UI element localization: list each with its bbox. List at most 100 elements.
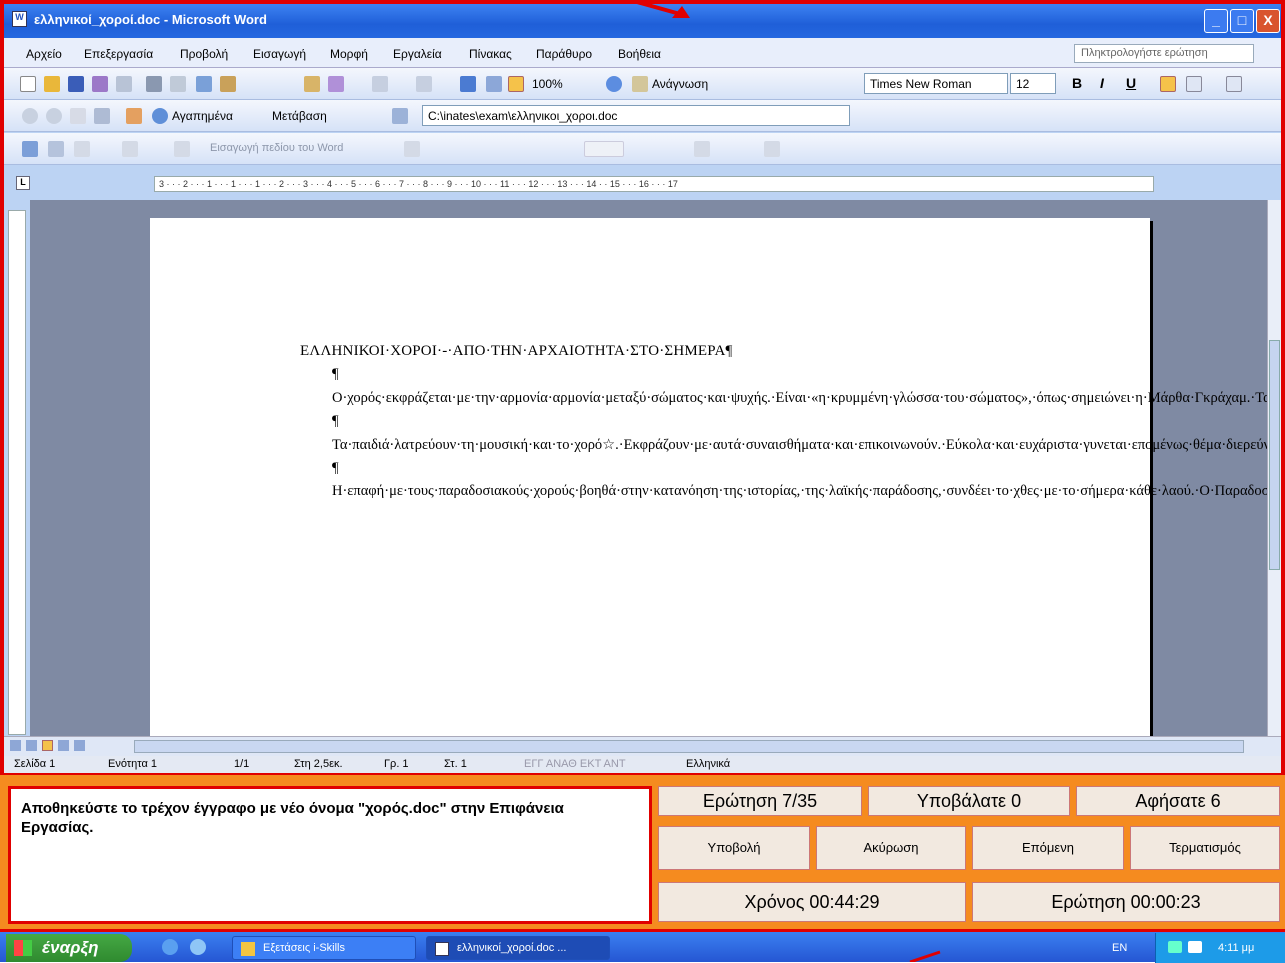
volume-icon[interactable] <box>1188 941 1202 953</box>
word-app-icon <box>435 942 449 956</box>
redo-icon[interactable] <box>416 76 432 92</box>
submit-button[interactable]: Υποβολή <box>658 826 810 870</box>
maximize-button[interactable]: □ <box>1230 9 1254 33</box>
outline-view-icon[interactable] <box>58 740 69 751</box>
clock: 4:11 μμ <box>1218 942 1255 954</box>
menu-view[interactable]: Προβολή <box>180 47 228 61</box>
status-flags: ΕΓΓ ΑΝΑΘ ΕΚΤ ΑΝΤ <box>524 758 626 770</box>
document-area[interactable]: ΕΛΛΗΝΙΚΟΙ·ΧΟΡΟΙ·-·ΑΠΟ·ΤΗΝ·ΑΡΧΑΙΟΤΗΤΑ·ΣΤΟ… <box>30 200 1267 736</box>
zoom-value[interactable]: 100% <box>532 77 563 91</box>
underline-button[interactable]: U <box>1126 75 1136 91</box>
italic-button[interactable]: I <box>1100 75 1104 91</box>
undo-icon[interactable] <box>372 76 388 92</box>
start-label: έναρξη <box>42 938 99 957</box>
menu-window[interactable]: Παράθυρο <box>536 47 592 61</box>
minimize-button[interactable]: _ <box>1204 9 1228 33</box>
cancel-button[interactable]: Ακύρωση <box>816 826 966 870</box>
quicklaunch-browser-icon[interactable] <box>162 939 178 955</box>
taskbar-item-exams[interactable]: Εξετάσεις i-Skills <box>232 936 416 960</box>
reading-view-icon[interactable] <box>74 740 85 751</box>
print-preview-icon[interactable] <box>170 76 186 92</box>
forward-icon[interactable] <box>46 108 62 124</box>
show-formatting-icon[interactable] <box>508 76 524 92</box>
tab-selector[interactable]: L <box>16 176 30 190</box>
address-field[interactable]: C:\inates\exam\ελληνικοι_χοροι.doc <box>422 105 850 126</box>
save-icon[interactable] <box>68 76 84 92</box>
close-button[interactable]: X <box>1256 9 1280 33</box>
home-icon[interactable] <box>126 108 142 124</box>
view-merged-data-icon[interactable] <box>404 141 420 157</box>
menu-insert[interactable]: Εισαγωγή <box>253 47 306 61</box>
horizontal-ruler[interactable]: L 3 · · · 2 · · · 1 · · · 1 · · · 1 · · … <box>4 166 1281 200</box>
spelling-icon[interactable] <box>196 76 212 92</box>
align-center-icon[interactable] <box>1186 76 1202 92</box>
goto-menu[interactable]: Μετάβαση <box>272 109 327 123</box>
vertical-scroll-thumb[interactable] <box>1269 340 1280 570</box>
standard-toolbar: 100% Ανάγνωση Times New Roman 12 B I U <box>4 68 1281 100</box>
new-document-icon[interactable] <box>20 76 36 92</box>
help-icon[interactable] <box>606 76 622 92</box>
horizontal-scrollbar[interactable] <box>4 736 1281 756</box>
font-size-select[interactable]: 12 <box>1010 73 1056 94</box>
favorites-menu[interactable]: Αγαπημένα <box>172 109 233 123</box>
open-folder-icon[interactable] <box>44 76 60 92</box>
back-icon[interactable] <box>22 108 38 124</box>
read-button[interactable]: Ανάγνωση <box>652 77 708 91</box>
menu-table[interactable]: Πίνακας <box>469 47 512 61</box>
search-web-icon[interactable] <box>152 108 168 124</box>
read-icon[interactable] <box>632 76 648 92</box>
numbering-icon[interactable] <box>1226 76 1242 92</box>
print-layout-icon[interactable] <box>42 740 53 751</box>
format-painter-icon[interactable] <box>328 76 344 92</box>
menu-edit[interactable]: Επεξεργασία <box>84 47 153 61</box>
email-icon[interactable] <box>116 76 132 92</box>
print-icon[interactable] <box>146 76 162 92</box>
menu-tools[interactable]: Εργαλεία <box>393 47 442 61</box>
document-heading: ΕΛΛΗΝΙΚΟΙ·ΧΟΡΟΙ·-·ΑΠΟ·ΤΗΝ·ΑΡΧΑΙΟΤΗΤΑ·ΣΤΟ… <box>300 343 733 359</box>
taskbar-item-exams-label: Εξετάσεις i-Skills <box>263 942 345 954</box>
align-left-icon[interactable] <box>1160 76 1176 92</box>
status-bar: Σελίδα 1 Ενότητα 1 1/1 Στη 2,5εκ. Γρ. 1 … <box>4 756 1281 773</box>
document-body[interactable]: ΕΛΛΗΝΙΚΟΙ·ΧΟΡΟΙ·-·ΑΠΟ·ΤΗΝ·ΑΡΧΑΙΟΤΗΤΑ·ΣΤΟ… <box>300 340 1267 504</box>
tables-icon[interactable] <box>486 76 502 92</box>
menu-file[interactable]: Αρχείο <box>26 47 62 61</box>
empty-paragraph-mark: ¶ <box>332 413 339 430</box>
ask-question-input[interactable]: Πληκτρολογήστε ερώτηση <box>1074 44 1254 63</box>
vertical-ruler[interactable] <box>8 210 26 735</box>
word-document-icon: W <box>12 11 27 27</box>
finish-button[interactable]: Τερματισμός <box>1130 826 1280 870</box>
quicklaunch-ie-icon[interactable] <box>190 939 206 955</box>
main-document-setup-icon[interactable] <box>22 141 38 157</box>
next-button[interactable]: Επόμενη <box>972 826 1124 870</box>
vertical-scrollbar[interactable] <box>1267 200 1281 736</box>
start-button[interactable]: έναρξη <box>6 934 132 962</box>
font-name-select[interactable]: Times New Roman <box>864 73 1008 94</box>
permission-icon[interactable] <box>92 76 108 92</box>
document-page[interactable]: ΕΛΛΗΝΙΚΟΙ·ΧΟΡΟΙ·-·ΑΠΟ·ΤΗΝ·ΑΡΧΑΙΟΤΗΤΑ·ΣΤΟ… <box>150 218 1267 736</box>
research-icon[interactable] <box>220 76 236 92</box>
language-indicator[interactable]: EN <box>1112 942 1127 954</box>
bold-button[interactable]: B <box>1072 75 1082 91</box>
web-view-icon[interactable] <box>26 740 37 751</box>
taskbar-item-word[interactable]: ελληνικοί_χοροί.doc ... <box>426 936 610 960</box>
greeting-line-icon[interactable] <box>174 141 190 157</box>
system-tray: 4:11 μμ <box>1155 933 1285 963</box>
refresh-icon[interactable] <box>94 108 110 124</box>
recipients-icon[interactable] <box>74 141 90 157</box>
merge-to-printer-icon[interactable] <box>764 141 780 157</box>
record-number-field[interactable] <box>584 141 624 157</box>
horizontal-scroll-thumb[interactable] <box>134 740 1244 753</box>
paste-icon[interactable] <box>304 76 320 92</box>
stop-icon[interactable] <box>70 108 86 124</box>
hyperlink-icon[interactable] <box>460 76 476 92</box>
show-only-web-toolbar-icon[interactable] <box>392 108 408 124</box>
network-icon[interactable] <box>1168 941 1182 953</box>
merge-to-document-icon[interactable] <box>694 141 710 157</box>
menu-format[interactable]: Μορφή <box>330 47 368 61</box>
status-line: Γρ. 1 <box>384 758 409 770</box>
address-block-icon[interactable] <box>122 141 138 157</box>
menu-help[interactable]: Βοήθεια <box>618 47 661 61</box>
normal-view-icon[interactable] <box>10 740 21 751</box>
insert-word-field-button[interactable]: Εισαγωγή πεδίου του Word <box>210 142 343 154</box>
data-source-icon[interactable] <box>48 141 64 157</box>
